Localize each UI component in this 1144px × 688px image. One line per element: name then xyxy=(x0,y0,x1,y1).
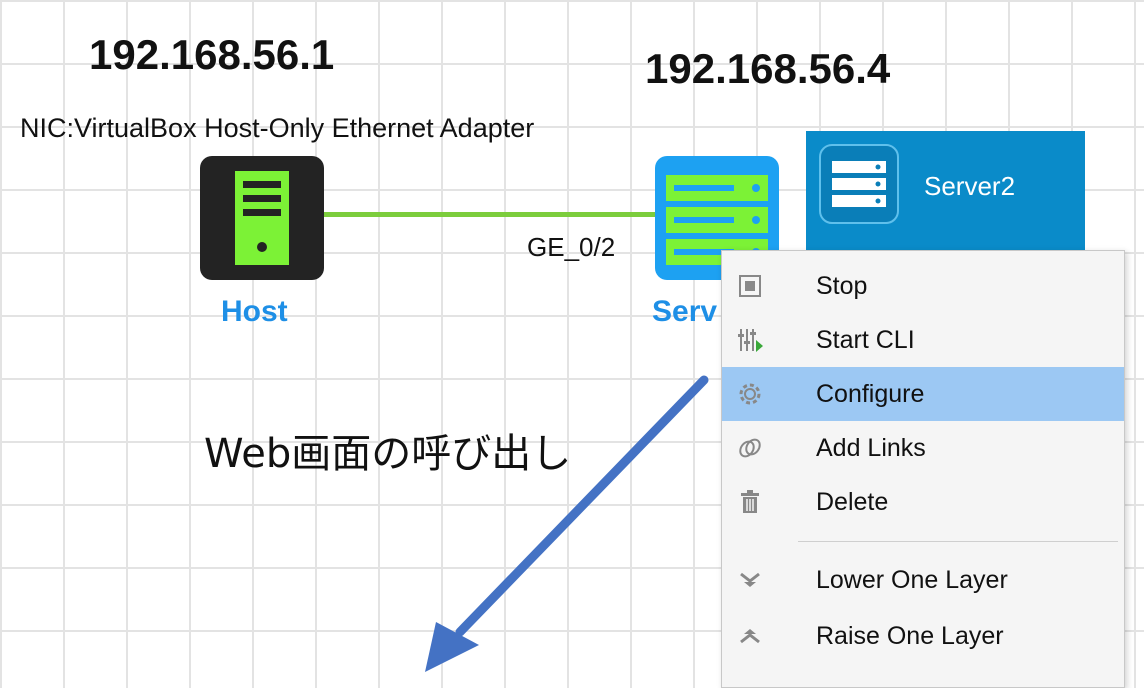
menu-item-label: Stop xyxy=(816,272,868,300)
stop-icon xyxy=(736,272,764,300)
menu-item-label: Start CLI xyxy=(816,326,915,354)
trash-icon xyxy=(736,488,764,516)
menu-separator xyxy=(798,541,1118,542)
gear-icon xyxy=(736,380,764,408)
menu-item-label: Lower One Layer xyxy=(816,566,1008,594)
chevron-down-icon xyxy=(736,566,764,594)
menu-item-label: Raise One Layer xyxy=(816,622,1004,650)
cli-icon xyxy=(736,326,764,354)
menu-item-lower-one-layer[interactable]: Lower One Layer xyxy=(722,553,1124,607)
menu-item-configure[interactable]: Configure xyxy=(722,367,1124,421)
chevron-up-icon xyxy=(736,622,764,650)
menu-item-add-links[interactable]: Add Links xyxy=(722,421,1124,475)
menu-item-label: Add Links xyxy=(816,434,926,462)
link-icon xyxy=(736,434,764,462)
menu-item-stop[interactable]: Stop xyxy=(722,259,1124,313)
menu-item-label: Configure xyxy=(816,380,925,408)
menu-item-delete[interactable]: Delete xyxy=(722,475,1124,529)
menu-item-raise-one-layer[interactable]: Raise One Layer xyxy=(722,609,1124,663)
menu-item-label: Delete xyxy=(816,488,889,516)
menu-item-start-cli[interactable]: Start CLI xyxy=(722,313,1124,367)
context-menu: Stop Start CLI Configure Add Links Delet… xyxy=(721,250,1125,688)
